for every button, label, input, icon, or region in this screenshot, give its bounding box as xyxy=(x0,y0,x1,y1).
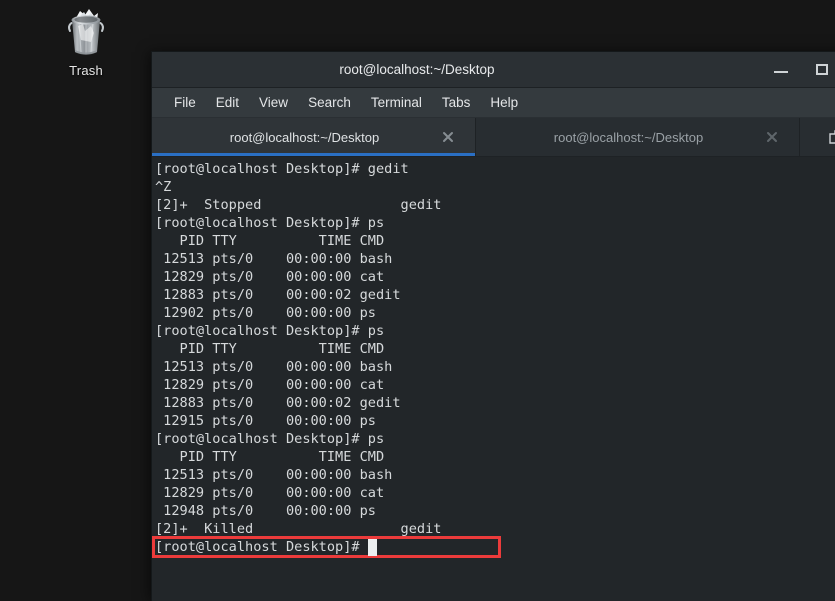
terminal-line: 12513 pts/0 00:00:00 bash xyxy=(155,359,393,375)
tab-close-icon[interactable] xyxy=(441,130,455,144)
terminal-line: PID TTY TIME CMD xyxy=(155,341,385,357)
terminal-line: 12915 pts/0 00:00:00 ps xyxy=(155,413,376,429)
terminal-output-area[interactable]: [root@localhost Desktop]# gedit ^Z [2]+ St… xyxy=(152,157,835,601)
new-tab-icon[interactable] xyxy=(826,126,835,148)
terminal-line: PID TTY TIME CMD xyxy=(155,449,385,465)
desktop-icon-label: Trash xyxy=(69,63,103,78)
terminal-text: [root@localhost Desktop]# gedit ^Z [2]+ St… xyxy=(155,160,835,556)
terminal-cursor xyxy=(367,539,377,556)
tabbar: root@localhost:~/Desktop root@localhost:… xyxy=(152,118,835,157)
tab-terminal-1[interactable]: root@localhost:~/Desktop xyxy=(152,118,476,156)
menu-item-help[interactable]: Help xyxy=(480,88,528,117)
terminal-line: 12513 pts/0 00:00:00 bash xyxy=(155,251,393,267)
terminal-line: [2]+ Killed gedit xyxy=(155,521,442,537)
terminal-line: ^Z xyxy=(155,179,172,195)
terminal-line: 12948 pts/0 00:00:00 ps xyxy=(155,503,376,519)
menu-item-terminal[interactable]: Terminal xyxy=(361,88,432,117)
terminal-line: 12883 pts/0 00:00:02 gedit xyxy=(155,395,401,411)
menu-item-edit[interactable]: Edit xyxy=(206,88,249,117)
menu-item-search[interactable]: Search xyxy=(298,88,361,117)
terminal-line: [root@localhost Desktop]# gedit xyxy=(155,161,409,177)
desktop-icon-trash[interactable]: Trash xyxy=(36,4,136,78)
menu-item-file[interactable]: File xyxy=(164,88,206,117)
terminal-line: [2]+ Stopped gedit xyxy=(155,197,442,213)
terminal-line: 12883 pts/0 00:00:02 gedit xyxy=(155,287,401,303)
minimize-icon xyxy=(774,71,788,73)
terminal-line: 12829 pts/0 00:00:00 cat xyxy=(155,485,385,501)
terminal-line: [root@localhost Desktop]# ps xyxy=(155,215,385,231)
menu-item-view[interactable]: View xyxy=(249,88,298,117)
terminal-line: 12829 pts/0 00:00:00 cat xyxy=(155,377,385,393)
terminal-line: [root@localhost Desktop]# ps xyxy=(155,323,385,339)
menu-item-tabs[interactable]: Tabs xyxy=(432,88,481,117)
terminal-line: [root@localhost Desktop]# xyxy=(155,539,368,555)
maximize-button[interactable] xyxy=(808,52,835,87)
menubar: File Edit View Search Terminal Tabs Help xyxy=(152,88,835,118)
maximize-icon xyxy=(816,64,828,75)
terminal-window: root@localhost:~/Desktop File Edit View … xyxy=(152,52,835,601)
terminal-line: 12902 pts/0 00:00:00 ps xyxy=(155,305,376,321)
window-titlebar[interactable]: root@localhost:~/Desktop xyxy=(152,52,835,88)
tab-title: root@localhost:~/Desktop xyxy=(553,129,704,145)
terminal-line: 12829 pts/0 00:00:00 cat xyxy=(155,269,385,285)
tab-terminal-2[interactable]: root@localhost:~/Desktop xyxy=(476,118,800,156)
desktop: Trash root@localhost:~/Desktop File Edit… xyxy=(0,0,835,601)
terminal-line: PID TTY TIME CMD xyxy=(155,233,385,249)
tab-title: root@localhost:~/Desktop xyxy=(229,129,380,145)
window-title: root@localhost:~/Desktop xyxy=(339,62,495,77)
trash-icon xyxy=(58,4,114,60)
tab-close-icon[interactable] xyxy=(765,130,779,144)
terminal-line: 12513 pts/0 00:00:00 bash xyxy=(155,467,393,483)
minimize-button[interactable] xyxy=(766,52,796,87)
tab-active-indicator xyxy=(152,153,475,156)
terminal-line: [root@localhost Desktop]# ps xyxy=(155,431,385,447)
